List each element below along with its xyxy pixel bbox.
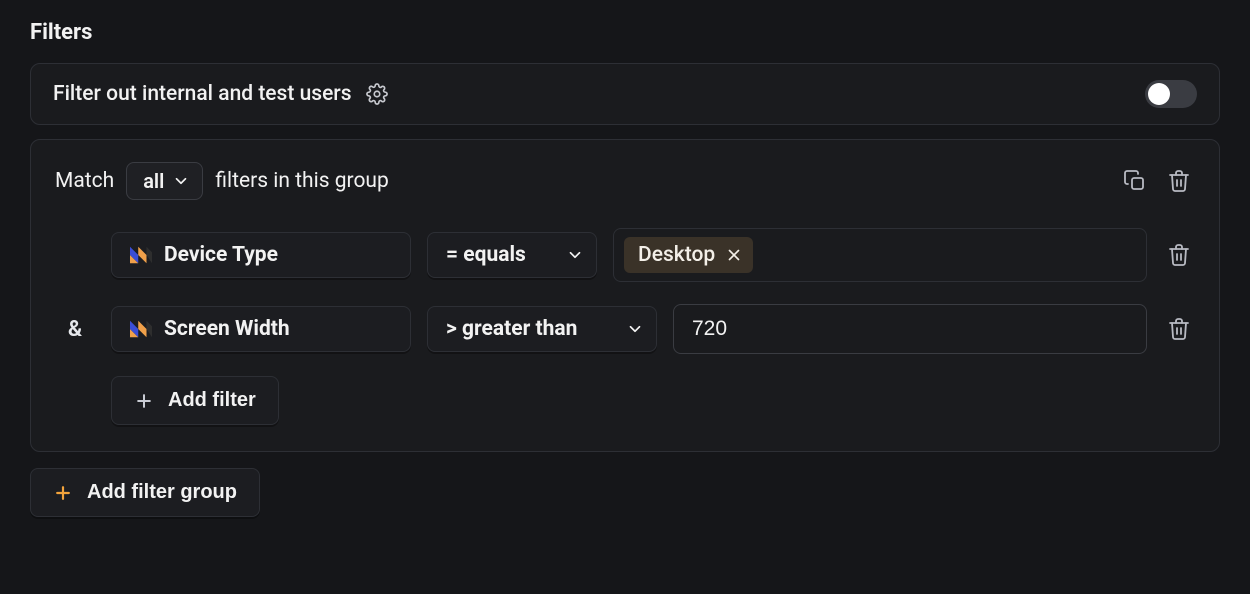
match-mode-select[interactable]: all — [126, 162, 203, 200]
match-prefix: Match — [55, 169, 114, 193]
internal-users-label: Filter out internal and test users — [53, 82, 352, 106]
add-filter-label: Add filter — [168, 389, 256, 412]
trash-icon — [1167, 243, 1191, 267]
filter-group-header: Match all filters in this group — [55, 162, 1195, 200]
operator-select[interactable]: > greater than — [427, 306, 657, 352]
property-select[interactable]: Device Type — [111, 232, 411, 278]
value-area: Desktop — [613, 228, 1147, 282]
close-icon — [725, 246, 743, 264]
filter-row: & Screen Width > greater than — [55, 304, 1195, 354]
value-select[interactable]: Desktop — [613, 228, 1147, 282]
remove-chip-button[interactable] — [725, 246, 743, 264]
duplicate-group-button[interactable] — [1119, 165, 1151, 197]
add-filter-button[interactable]: Add filter — [111, 376, 279, 425]
operator-label: > greater than — [446, 317, 577, 341]
value-chip-label: Desktop — [638, 243, 715, 267]
match-suffix: filters in this group — [215, 169, 388, 193]
property-label: Screen Width — [164, 317, 290, 341]
trash-icon — [1167, 317, 1191, 341]
delete-filter-button[interactable] — [1163, 313, 1195, 345]
operator-select[interactable]: = equals — [427, 232, 597, 278]
chevron-down-icon — [172, 172, 190, 190]
internal-users-settings-button[interactable] — [364, 81, 390, 107]
value-area — [673, 304, 1147, 354]
posthog-property-icon — [130, 320, 152, 338]
internal-users-row: Filter out internal and test users — [30, 63, 1220, 125]
filter-group: Match all filters in this group Device T… — [30, 139, 1220, 452]
add-filter-group-button[interactable]: Add filter group — [30, 468, 260, 517]
plus-icon — [53, 483, 73, 503]
internal-users-toggle[interactable] — [1145, 80, 1197, 108]
delete-filter-button[interactable] — [1163, 239, 1195, 271]
operator-label: = equals — [446, 243, 526, 267]
posthog-property-icon — [130, 246, 152, 264]
chevron-down-icon — [626, 320, 644, 338]
gear-icon — [366, 83, 388, 105]
toggle-knob — [1148, 83, 1170, 105]
property-label: Device Type — [164, 243, 278, 267]
join-operator: & — [55, 317, 95, 342]
match-mode-value: all — [143, 169, 164, 193]
add-filter-group-label: Add filter group — [87, 481, 237, 504]
property-select[interactable]: Screen Width — [111, 306, 411, 352]
filter-row: Device Type = equals Desktop — [55, 228, 1195, 282]
plus-icon — [134, 391, 154, 411]
trash-icon — [1167, 169, 1191, 193]
value-input[interactable] — [673, 304, 1147, 354]
chevron-down-icon — [566, 246, 584, 264]
section-title: Filters — [30, 20, 1220, 45]
value-chip: Desktop — [624, 237, 753, 273]
copy-icon — [1123, 169, 1147, 193]
delete-group-button[interactable] — [1163, 165, 1195, 197]
